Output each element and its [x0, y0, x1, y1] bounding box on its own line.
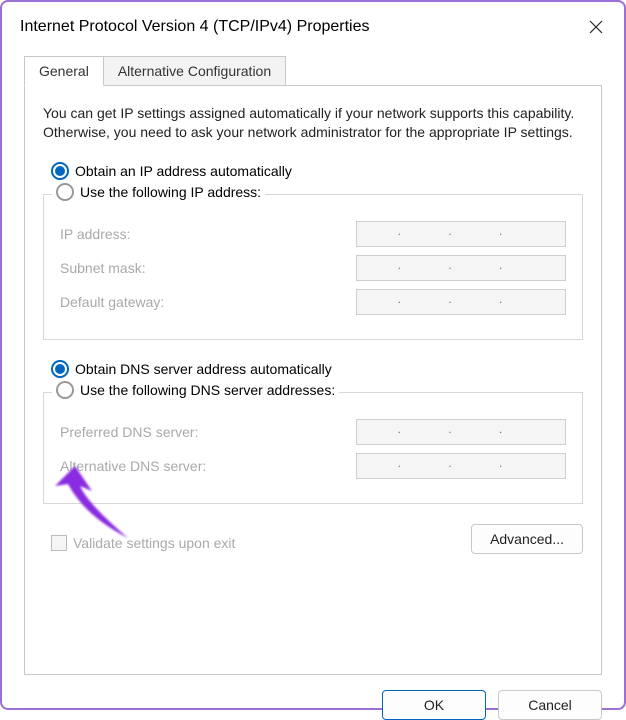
gateway-label: Default gateway: — [60, 294, 164, 310]
close-icon — [589, 20, 603, 34]
ok-button[interactable]: OK — [382, 690, 486, 720]
subnet-label: Subnet mask: — [60, 260, 146, 276]
dns-fieldset: Use the following DNS server addresses: … — [43, 392, 583, 504]
ip-manual-radio[interactable] — [56, 183, 74, 201]
dns-manual-radio[interactable] — [56, 381, 74, 399]
ip-manual-label: Use the following IP address: — [80, 184, 261, 200]
dns-auto-label: Obtain DNS server address automatically — [75, 361, 332, 377]
close-button[interactable] — [582, 13, 610, 41]
cancel-button[interactable]: Cancel — [498, 690, 602, 720]
window-title: Internet Protocol Version 4 (TCP/IPv4) P… — [20, 18, 369, 36]
tab-alternative[interactable]: Alternative Configuration — [104, 56, 286, 86]
general-panel: You can get IP settings assigned automat… — [24, 85, 602, 675]
ip-address-label: IP address: — [60, 226, 131, 242]
alternative-dns-label: Alternative DNS server: — [60, 458, 206, 474]
subnet-input[interactable]: . . . — [356, 255, 566, 281]
tab-general[interactable]: General — [24, 56, 104, 86]
preferred-dns-input[interactable]: . . . — [356, 419, 566, 445]
ip-address-input[interactable]: . . . — [356, 221, 566, 247]
gateway-input[interactable]: . . . — [356, 289, 566, 315]
ip-auto-radio[interactable] — [51, 162, 69, 180]
validate-checkbox[interactable] — [51, 535, 67, 551]
alternative-dns-input[interactable]: . . . — [356, 453, 566, 479]
intro-text: You can get IP settings assigned automat… — [43, 104, 583, 142]
dns-manual-label: Use the following DNS server addresses: — [80, 382, 335, 398]
ip-auto-label: Obtain an IP address automatically — [75, 163, 292, 179]
advanced-button[interactable]: Advanced... — [471, 524, 583, 554]
ip-fieldset: Use the following IP address: IP address… — [43, 194, 583, 340]
preferred-dns-label: Preferred DNS server: — [60, 424, 198, 440]
validate-label: Validate settings upon exit — [73, 535, 235, 551]
dns-auto-radio[interactable] — [51, 360, 69, 378]
